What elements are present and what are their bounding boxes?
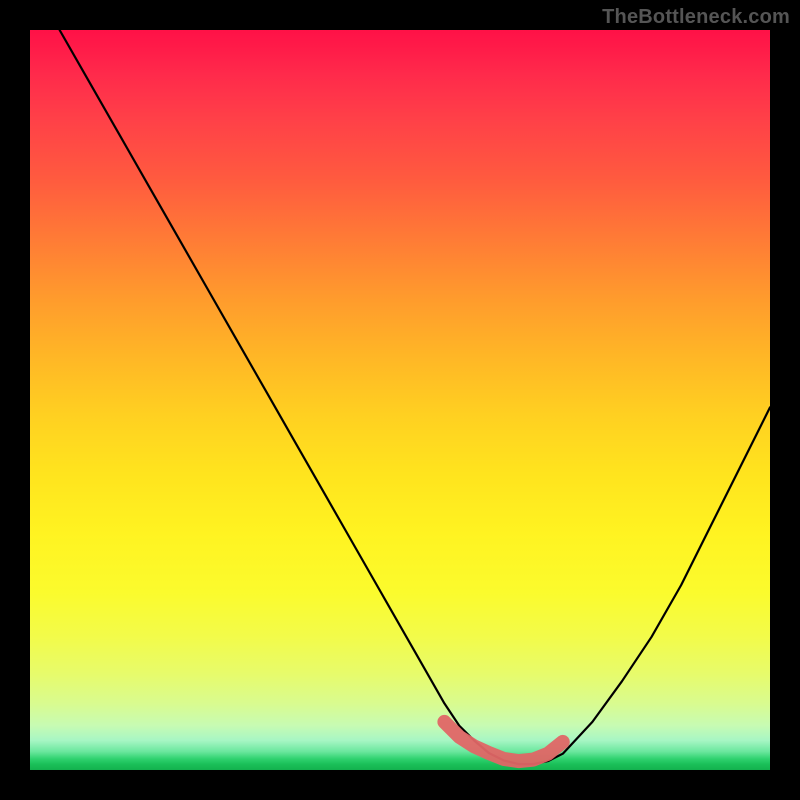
chart-svg (30, 30, 770, 770)
watermark-text: TheBottleneck.com (602, 6, 790, 29)
plot-area (30, 30, 770, 770)
chart-frame: TheBottleneck.com (0, 0, 800, 800)
bottleneck-curve (60, 30, 770, 764)
